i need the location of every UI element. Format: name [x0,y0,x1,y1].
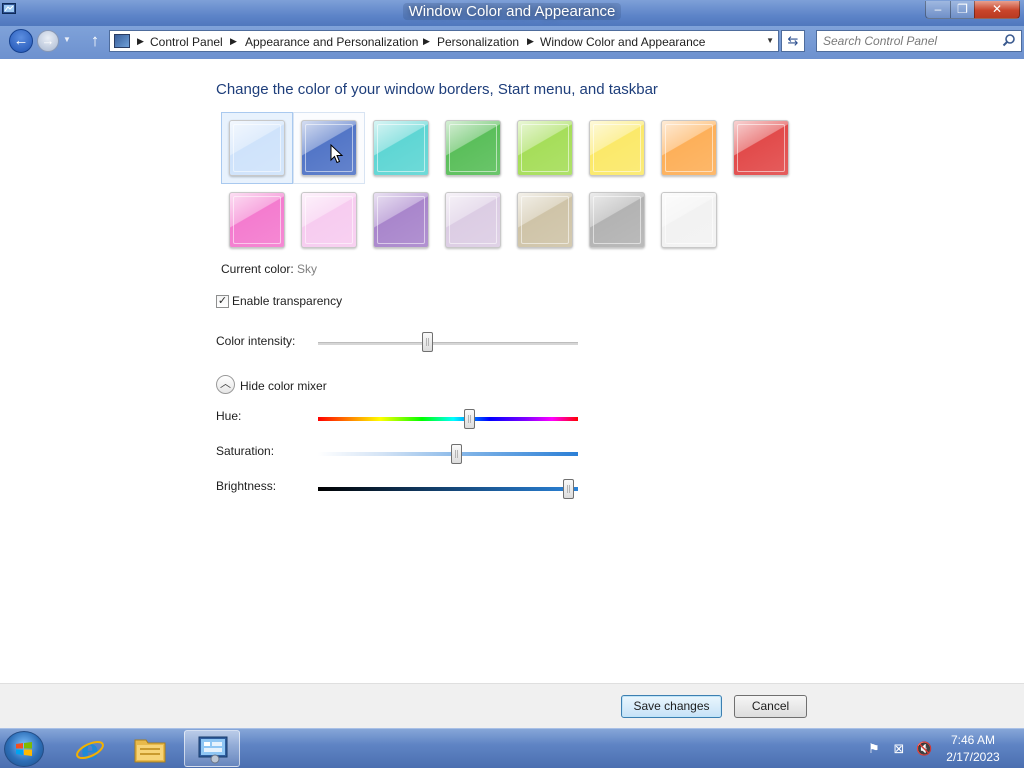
minimize-button[interactable]: – [925,1,951,19]
address-history-dropdown-icon[interactable]: ▼ [766,35,774,47]
back-button[interactable]: ← [9,29,33,53]
current-color-value: Sky [297,262,318,276]
swatch-lime[interactable] [517,120,573,176]
refresh-button[interactable]: ⇆ [781,30,805,52]
saturation-slider-thumb[interactable] [450,444,462,464]
chevron-down-icon: ▼ [63,35,71,44]
swatch-sea[interactable] [373,120,429,176]
swatch-taupe[interactable] [517,192,573,248]
saturation-slider[interactable] [318,452,578,456]
breadcrumb-separator-icon[interactable]: ▶ [137,34,144,48]
network-disconnected-icon[interactable]: ⊠ [891,741,907,757]
control-panel-icon [198,736,228,764]
chevron-up-icon: ︿ [220,378,231,390]
taskbar-file-explorer[interactable] [122,730,178,767]
hue-slider[interactable] [318,417,578,421]
saturation-label: Saturation: [216,444,275,458]
swatch-twilight[interactable] [301,120,357,176]
breadcrumb-separator-icon[interactable]: ▶ [527,34,534,48]
swatch-blush[interactable] [301,192,357,248]
search-input[interactable] [823,31,993,51]
swatch-lavender[interactable] [445,192,501,248]
enable-transparency-checkbox[interactable]: ✓ [216,295,229,308]
title-bar[interactable]: Window Color and Appearance – ❐ ✕ [0,0,1024,26]
clock-time[interactable]: 7:46 AM [944,733,1002,747]
hide-color-mixer-label[interactable]: Hide color mixer [240,379,327,393]
breadcrumb-appearance-and-personalization[interactable]: Appearance and Personalization [245,35,418,49]
swatch-sky[interactable] [229,120,285,176]
maximize-button[interactable]: ❐ [950,1,975,19]
color-intensity-slider[interactable] [318,342,578,345]
up-arrow-icon: ↑ [90,31,100,50]
swatch-frost[interactable] [661,192,717,248]
refresh-icon: ⇆ [787,33,799,48]
internet-explorer-icon: e [76,734,104,764]
breadcrumb-control-panel[interactable]: Control Panel [150,35,223,49]
current-color-text: Current color: Sky [221,262,317,276]
windows-logo-icon [16,742,32,756]
dialog-footer: Save changes Cancel [0,683,1024,728]
brightness-label: Brightness: [216,479,277,493]
swatch-violet[interactable] [373,192,429,248]
swatch-fuchsia[interactable] [229,192,285,248]
breadcrumb-separator-icon[interactable]: ▶ [230,34,237,48]
volume-muted-icon[interactable]: 🔇 [916,741,932,757]
taskbar-internet-explorer[interactable]: e [62,730,118,767]
breadcrumb-window-color-and-appearance[interactable]: Window Color and Appearance [540,35,705,49]
clock-date[interactable]: 2/17/2023 [944,750,1002,764]
breadcrumb-separator-icon[interactable]: ▶ [423,34,430,48]
enable-transparency-label[interactable]: Enable transparency [232,294,342,308]
control-panel-icon [114,34,130,48]
mouse-cursor-icon [330,144,344,164]
back-arrow-icon: ← [13,32,29,49]
checkmark-icon: ✓ [217,295,228,307]
swatch-ruby[interactable] [733,120,789,176]
hue-slider-thumb[interactable] [463,409,475,429]
breadcrumb-personalization[interactable]: Personalization [437,35,519,49]
svg-text:e: e [81,734,99,764]
swatch-lemon[interactable] [589,120,645,176]
close-button[interactable]: ✕ [974,1,1020,19]
content-area: Change the color of your window borders,… [0,59,1024,683]
address-bar[interactable]: ▶ Control Panel ▶ Appearance and Persona… [109,30,779,52]
search-icon[interactable] [1002,33,1016,47]
recent-pages-dropdown[interactable]: ▼ [63,35,73,45]
hue-label: Hue: [216,409,242,423]
save-changes-button[interactable]: Save changes [621,695,722,718]
forward-button[interactable]: → [37,30,59,52]
window-title: Window Color and Appearance [0,0,1024,24]
start-button[interactable] [4,731,44,767]
color-intensity-slider-thumb[interactable] [422,332,434,352]
action-center-flag-icon[interactable]: ⚑ [866,741,882,757]
cancel-button[interactable]: Cancel [734,695,807,718]
swatch-pumpkin[interactable] [661,120,717,176]
up-button[interactable]: ↑ [86,31,104,51]
search-box[interactable] [816,30,1022,52]
current-color-label: Current color: [221,262,294,276]
page-heading: Change the color of your window borders,… [216,81,658,98]
brightness-slider-thumb[interactable] [562,479,574,499]
hide-color-mixer-button[interactable]: ︿ [216,375,235,394]
taskbar: e ⚑ ⊠ 🔇 [0,728,1024,768]
navigation-bar: ← → ▼ ↑ ▶ Control Panel ▶ Appearance and… [0,26,1024,59]
taskbar-control-panel[interactable] [184,730,240,767]
folder-icon [134,739,166,763]
swatch-chocolate[interactable] [589,192,645,248]
color-intensity-label: Color intensity: [216,334,296,348]
forward-arrow-icon: → [41,33,55,48]
brightness-slider[interactable] [318,487,578,491]
swatch-leaf[interactable] [445,120,501,176]
